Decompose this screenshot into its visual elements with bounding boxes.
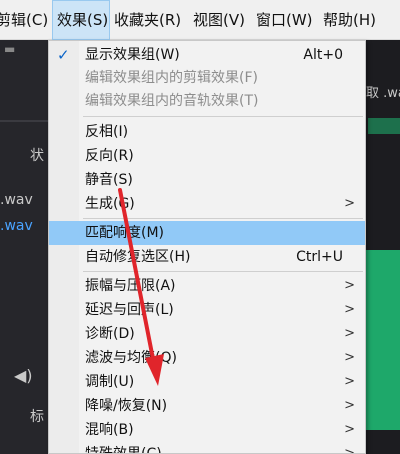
annotation-arrow-head: [145, 354, 164, 386]
annotation-arrow-shaft: [118, 188, 156, 366]
annotation-arrow: [118, 188, 164, 386]
